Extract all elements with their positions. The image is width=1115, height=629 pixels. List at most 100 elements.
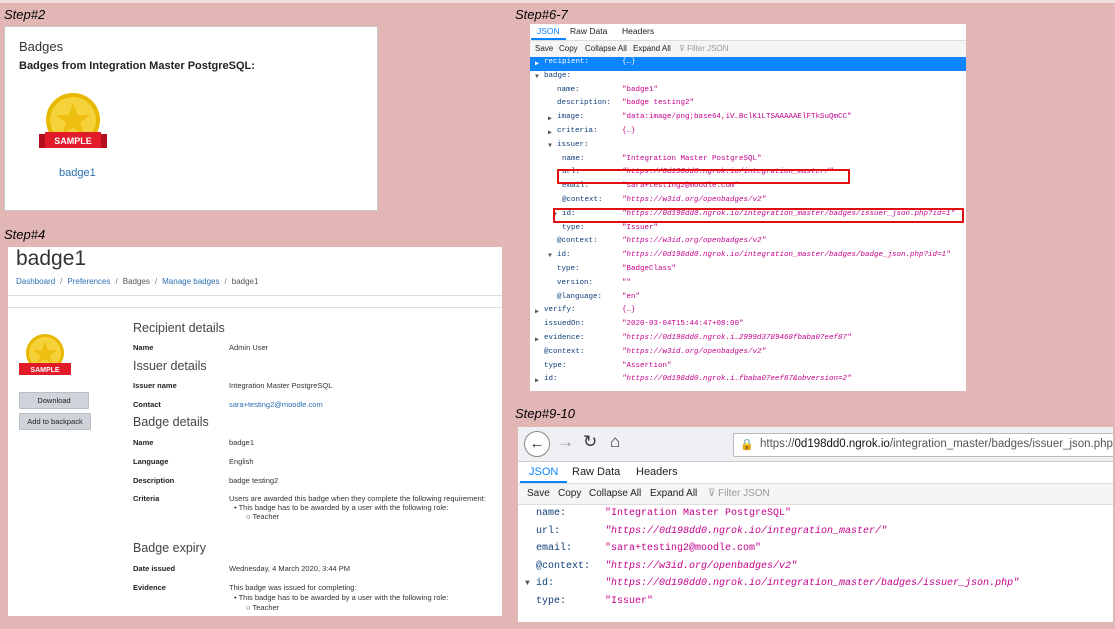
criteria-value: Users are awarded this badge when they c… — [229, 494, 486, 503]
breadcrumb-badges: Badges — [122, 277, 150, 286]
json-viewer-assertion: JSON Raw Data Headers Save Copy Collapse… — [530, 24, 966, 391]
back-arrow-icon[interactable]: ← — [524, 431, 550, 457]
forward-arrow-icon[interactable]: → — [557, 432, 574, 452]
json-row[interactable]: ▼ issuer: — [530, 140, 966, 154]
tab-headers[interactable]: Headers — [636, 466, 678, 478]
json-row[interactable]: ▶ id: "https://0d198dd0.ngrok.i…fbaba07eef… — [530, 374, 966, 388]
json-key: id: — [557, 251, 571, 260]
expand-all-button[interactable]: Expand All — [650, 488, 697, 499]
json-value: "https://w3id.org/openbadges/v2" — [622, 237, 767, 246]
json-row[interactable]: ▼ badge: — [530, 71, 966, 85]
viewer-toolbar: Save Copy Collapse All Expand All ⊽ Filt… — [530, 41, 966, 58]
breadcrumb-dashboard[interactable]: Dashboard — [16, 277, 55, 286]
expand-arrow-icon[interactable]: ▶ — [535, 59, 539, 67]
json-row[interactable]: type: "Assertion" — [530, 361, 966, 375]
json-row[interactable]: ▶ image: "data:image/png;base64,iV…BclK1LT… — [530, 112, 966, 126]
expand-all-button[interactable]: Expand All — [633, 44, 671, 53]
filter-json-input[interactable]: ⊽ Filter JSON — [679, 44, 728, 53]
badge-expiry-heading: Badge expiry — [133, 541, 206, 555]
contact-email-link[interactable]: sara+testing2@moodle.com — [229, 400, 323, 409]
filter-icon: ⊽ — [708, 488, 716, 499]
copy-button[interactable]: Copy — [558, 488, 581, 499]
json-key: @context: — [544, 347, 585, 356]
collapse-arrow-icon[interactable]: ▼ — [525, 579, 530, 588]
expand-arrow-icon[interactable]: ▶ — [548, 128, 552, 136]
issuer-heading: Issuer details — [133, 359, 207, 373]
tab-json[interactable]: JSON — [531, 26, 566, 40]
json-row[interactable]: description: "badge testing2" — [530, 98, 966, 112]
json-key: badge: — [544, 71, 572, 80]
json-value: "https://w3id.org/openbadges/v2" — [622, 196, 767, 204]
json-row[interactable]: name: "badge1" — [530, 85, 966, 99]
json-row[interactable]: @context: "https://w3id.org/openbadges/v2… — [530, 195, 966, 209]
json-row[interactable]: name: "Integration Master PostgreSQL" — [530, 154, 966, 168]
json-key: url: — [536, 525, 561, 537]
json-value: "https://0d198dd0.ngrok.i…fbaba07eef87&o… — [622, 375, 852, 384]
collapse-arrow-icon[interactable]: ▼ — [548, 142, 552, 149]
json-row[interactable]: version: "" — [530, 278, 966, 292]
json-key: description: — [557, 99, 612, 108]
badge1-link[interactable]: badge1 — [59, 167, 96, 179]
expand-arrow-icon[interactable]: ▶ — [535, 307, 539, 315]
json-value: "Assertion" — [622, 361, 672, 370]
json-row[interactable]: url: "https://0d198dd0.ngrok.io/integrati… — [518, 525, 1113, 542]
json-row[interactable]: @context: "https://w3id.org/openbadges/v2… — [530, 347, 966, 361]
collapse-all-button[interactable]: Collapse All — [589, 488, 641, 499]
collapse-arrow-icon[interactable]: ▼ — [535, 73, 539, 80]
json-row[interactable]: @language: "en" — [530, 292, 966, 306]
json-row[interactable]: @context: "https://w3id.org/openbadges/v2… — [518, 560, 1113, 577]
json-row[interactable]: ▼ id: "https://0d198dd0.ngrok.io/integrati… — [518, 577, 1113, 594]
json-value: "en" — [622, 292, 641, 301]
save-button[interactable]: Save — [535, 44, 553, 53]
badge-name-value: badge1 — [229, 438, 255, 447]
json-row[interactable]: email: "sara+testing2@moodle.com" — [518, 542, 1113, 559]
criteria-sub-item: ○ Teacher — [246, 512, 280, 521]
evidence-value: This badge was issued for completing: — [229, 583, 357, 592]
json-value: "sara+testing2@moodle.com" — [605, 543, 762, 554]
evidence-item: • This badge has to be awarded by a user… — [234, 593, 449, 602]
recipient-name-label: Name — [133, 343, 154, 352]
expand-arrow-icon[interactable]: ▶ — [535, 335, 539, 343]
expand-arrow-icon[interactable]: ▶ — [548, 114, 552, 122]
badge-detail-panel: badge1 Dashboard / Preferences / Badges / Mana… — [8, 247, 502, 616]
json-key: name: — [557, 85, 580, 94]
json-value: "badge testing2" — [622, 99, 695, 108]
json-row[interactable]: ▶ recipient: {…} — [530, 57, 966, 71]
tab-raw-data[interactable]: Raw Data — [572, 466, 620, 478]
json-value: "" — [622, 278, 632, 287]
date-issued-value: Wednesday, 4 March 2020, 3:44 PM — [229, 564, 351, 573]
json-row[interactable]: issuedOn: "2020-03-04T15:44:47+08:00" — [530, 319, 966, 333]
json-row[interactable]: ▶ evidence: "https://0d198dd0.ngrok.i…2999… — [530, 333, 966, 347]
tab-json[interactable]: JSON — [519, 466, 568, 483]
json-row[interactable]: ▼ id: "https://0d198dd0.ngrok.io/integrati… — [530, 250, 966, 264]
tab-headers[interactable]: Headers — [622, 26, 654, 36]
json-value: "https://0d198dd0.ngrok.i…2999d3789468fb… — [622, 334, 852, 342]
reload-icon[interactable]: ↻ — [583, 432, 597, 452]
breadcrumb: Dashboard / Preferences / Badges / Manage badg… — [16, 277, 259, 286]
collapse-all-button[interactable]: Collapse All — [585, 44, 627, 53]
json-row[interactable]: type: "Issuer" — [518, 595, 1113, 612]
collapse-arrow-icon[interactable]: ▼ — [548, 252, 552, 259]
add-to-backpack-button[interactable]: Add to backpack — [19, 413, 91, 430]
address-bar[interactable]: 🔒 https://0d198dd0.ngrok.io/integration_… — [733, 433, 1113, 457]
home-icon[interactable]: ⌂ — [610, 432, 620, 452]
json-value: {…} — [622, 127, 636, 135]
language-value: English — [229, 457, 254, 466]
json-row[interactable]: type: "BadgeClass" — [530, 264, 966, 278]
badge-medal-icon[interactable]: SAMPLE — [39, 90, 107, 160]
json-row[interactable]: ▶ criteria: {…} — [530, 126, 966, 140]
breadcrumb-manage-badges[interactable]: Manage badges — [162, 277, 219, 286]
filter-json-input[interactable]: ⊽ Filter JSON — [708, 488, 770, 499]
json-row[interactable]: @context: "https://w3id.org/openbadges/v2… — [530, 236, 966, 250]
expand-arrow-icon[interactable]: ▶ — [535, 376, 539, 384]
breadcrumb-preferences[interactable]: Preferences — [67, 277, 110, 286]
save-button[interactable]: Save — [527, 488, 550, 499]
filter-icon: ⊽ — [679, 44, 685, 53]
json-row[interactable]: type: "Issuer" — [530, 223, 966, 237]
tab-raw-data[interactable]: Raw Data — [570, 26, 607, 36]
copy-button[interactable]: Copy — [559, 44, 578, 53]
download-button[interactable]: Download — [19, 392, 89, 409]
json-key: id: — [536, 578, 555, 589]
json-row[interactable]: name: "Integration Master PostgreSQL" — [518, 507, 1113, 524]
json-row[interactable]: ▶ verify: {…} — [530, 305, 966, 319]
